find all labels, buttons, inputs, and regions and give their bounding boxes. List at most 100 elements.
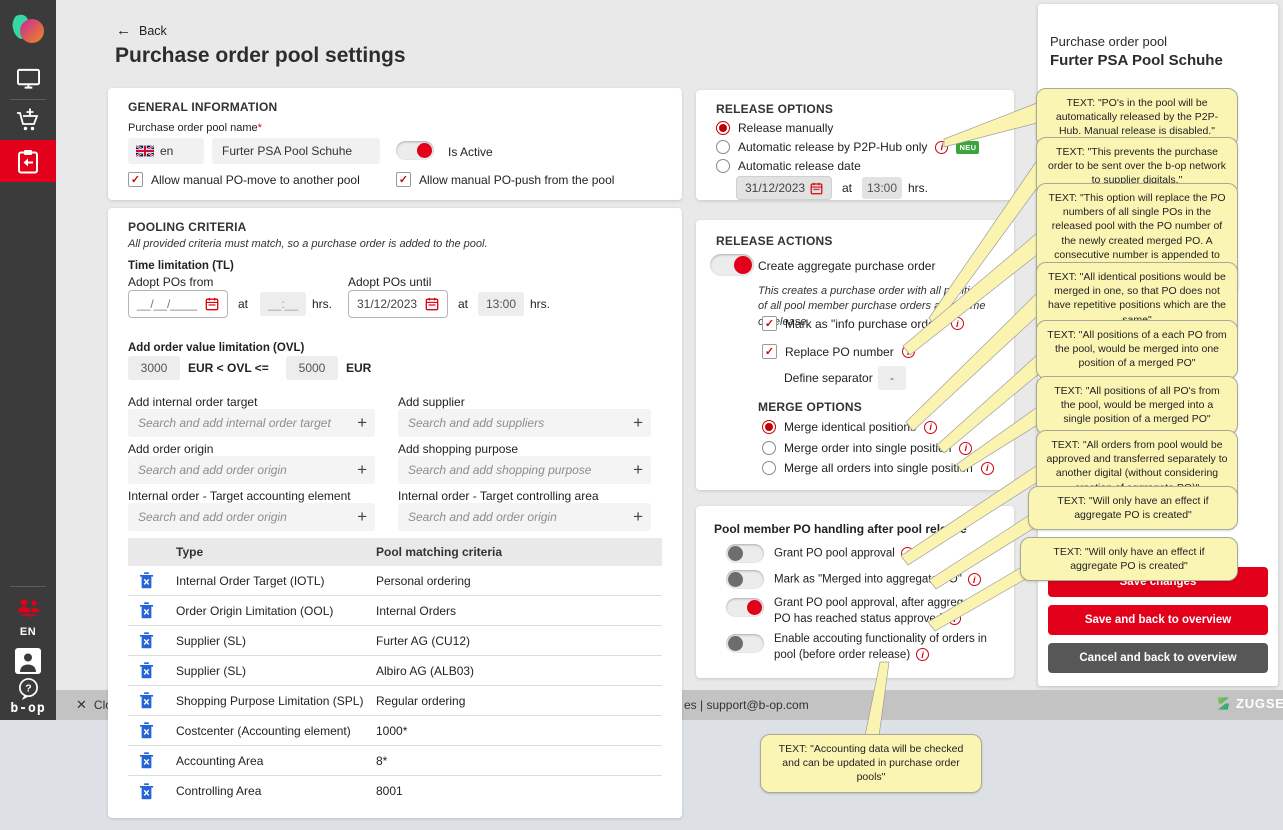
adopt-from-time-input[interactable]: __:__ [260,292,306,316]
add-icon[interactable]: + [633,413,643,433]
delete-icon[interactable] [139,662,154,679]
adopt-until-time-input[interactable]: 13:00 [478,292,524,316]
radio-label: Merge order into single position [784,441,952,455]
add-icon[interactable]: + [357,507,367,527]
search-field: + [128,456,375,484]
page-title: Purchase order pool settings [115,44,406,67]
calendar-icon[interactable] [810,182,823,195]
automatic-date-radio[interactable] [716,159,730,173]
back-arrow-icon: ← [116,22,131,39]
calendar-icon[interactable] [205,297,219,311]
adopt-from-date-input[interactable]: __/__/____ [128,290,228,318]
col-criteria: Pool matching criteria [376,545,503,559]
add-icon[interactable]: + [633,507,643,527]
add-icon[interactable]: + [633,460,643,480]
ovl-min-input[interactable]: 3000 [128,356,180,380]
shopping-purpose-search-input[interactable] [398,456,651,484]
close-preview-button[interactable]: ✕ Clo [76,697,112,713]
col-type: Type [176,545,204,559]
language-label: EN [19,626,37,638]
release-time-input[interactable]: 13:00 [862,177,902,199]
general-information-card: GENERAL INFORMATION Purchase order pool … [108,88,682,200]
enable-accounting-toggle[interactable] [726,634,764,653]
info-icon[interactable]: i [916,648,930,662]
release-date-input[interactable]: 31/12/2023 [736,176,832,200]
info-icon[interactable]: i [948,612,962,626]
pooling-criteria-card: POOLING CRITERIA All provided criteria m… [108,208,682,818]
radio-label: Automatic release by P2P-Hub only [738,140,928,154]
grant-after-aggregate-toggle[interactable] [726,598,764,617]
info-icon[interactable]: i [967,573,981,586]
po-push-label: Allow manual PO-push from the pool [419,172,615,187]
checkbox-row: ✓ Mark as "info purchase order" i [762,316,964,331]
sidebar-item-users[interactable] [0,594,56,622]
radio-row: Merge order into single position i [762,441,973,455]
sidebar-item-po-pool[interactable] [0,140,56,182]
sidebar-item-cart[interactable] [0,102,56,138]
language-selector[interactable]: en [128,138,204,164]
info-icon[interactable]: i [959,441,973,455]
release-actions-card: RELEASE ACTIONS Create aggregate purchas… [696,220,1014,490]
info-icon[interactable]: i [924,420,938,434]
calendar-icon[interactable] [425,297,439,311]
radio-row: Automatic release by P2P-Hub only i NEU [716,140,980,154]
add-icon[interactable]: + [357,460,367,480]
field-label: Internal order - Target accounting eleme… [128,489,351,503]
table-row: Costcenter (Accounting element) 1000* [128,716,662,746]
info-icon[interactable]: i [950,317,964,330]
po-push-checkbox[interactable]: ✓ [396,172,411,187]
create-aggregate-toggle[interactable] [710,254,754,276]
sidebar-language[interactable]: EN [0,622,56,642]
add-icon[interactable]: + [357,413,367,433]
is-active-toggle[interactable] [396,141,434,160]
sidebar-item-dashboard[interactable] [0,60,56,96]
mark-merged-toggle[interactable] [726,570,764,589]
table-row: Supplier (SL) Albiro AG (ALB03) [128,656,662,686]
delete-icon[interactable] [139,722,154,739]
release-manually-radio[interactable] [716,121,730,135]
field-label: Add supplier [398,395,465,409]
po-move-label: Allow manual PO-move to another pool [151,172,360,187]
section-title: RELEASE ACTIONS [716,234,833,248]
grant-approval-toggle[interactable] [726,544,764,563]
merge-identical-radio[interactable] [762,420,776,434]
field-label: Internal order - Target controlling area [398,489,599,503]
delete-icon[interactable] [139,602,154,619]
automatic-p2p-radio[interactable] [716,140,730,154]
info-icon[interactable]: i [980,461,994,475]
target-controlling-area-search-input[interactable] [398,503,651,531]
delete-icon[interactable] [139,692,154,709]
search-field: + [398,409,651,437]
delete-icon[interactable] [139,752,154,769]
supplier-search-input[interactable] [398,409,651,437]
replace-po-checkbox[interactable]: ✓ [762,344,777,359]
delete-icon[interactable] [139,782,154,800]
separator-input[interactable]: - [878,366,906,390]
target-accounting-element-search-input[interactable] [128,503,375,531]
order-origin-search-input[interactable] [128,456,375,484]
back-button[interactable]: ← Back [116,22,167,39]
info-po-checkbox[interactable]: ✓ [762,316,777,331]
cancel-back-button[interactable]: Cancel and back to overview [1048,643,1268,673]
app-logo[interactable] [0,8,56,54]
sidebar-item-profile[interactable] [0,646,56,676]
internal-order-target-search-input[interactable] [128,409,375,437]
field-label: Add shopping purpose [398,442,519,456]
pool-name-input[interactable] [212,138,380,164]
is-active-label: Is Active [448,145,493,159]
info-icon[interactable]: i [935,140,949,154]
info-icon[interactable]: i [901,345,915,358]
zugseil-z-icon [1217,697,1230,710]
ovl-max-input[interactable]: 5000 [286,356,338,380]
merge-all-single-radio[interactable] [762,461,776,475]
delete-icon[interactable] [139,632,154,649]
adopt-until-date-input[interactable]: 31/12/2023 [348,290,448,318]
delete-icon[interactable] [139,572,154,589]
save-back-button[interactable]: Save and back to overview [1048,605,1268,635]
checkbox-row-move: ✓ Allow manual PO-move to another pool [128,172,360,187]
required-mark: * [257,122,262,134]
close-icon: ✕ [76,697,87,712]
info-icon[interactable]: i [900,547,914,560]
merge-order-single-radio[interactable] [762,441,776,455]
po-move-checkbox[interactable]: ✓ [128,172,143,187]
